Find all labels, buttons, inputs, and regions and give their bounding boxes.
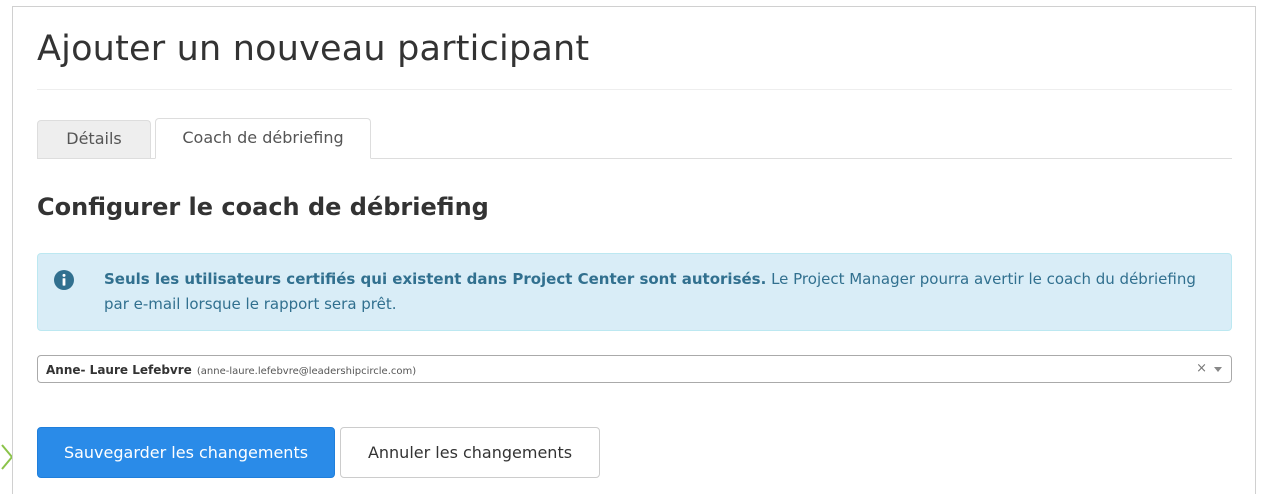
cancel-changes-button[interactable]: Annuler les changements [340, 427, 600, 478]
coach-select[interactable]: Anne- Laure Lefebvre (anne-laure.lefebvr… [37, 355, 1232, 383]
chevron-down-icon[interactable] [1214, 367, 1222, 372]
tab-bar: Détails Coach de débriefing [37, 118, 1232, 159]
tab-details[interactable]: Détails [37, 120, 151, 158]
coach-name: Anne- Laure Lefebvre [46, 363, 192, 377]
tab-debriefing-coach[interactable]: Coach de débriefing [155, 118, 371, 159]
section-title: Configurer le coach de débriefing [37, 193, 489, 221]
coach-email: (anne-laure.lefebvre@leadershipcircle.co… [196, 366, 417, 377]
page-title: Ajouter un nouveau participant [37, 29, 590, 69]
modal-panel: Ajouter un nouveau participant Détails C… [12, 6, 1256, 494]
info-circle-icon [54, 270, 74, 290]
coach-selected-value: Anne- Laure Lefebvre (anne-laure.lefebvr… [46, 356, 416, 385]
title-divider [37, 89, 1232, 90]
alert-strong-text: Seuls les utilisateurs certifiés qui exi… [104, 270, 767, 288]
alert-message: Seuls les utilisateurs certifiés qui exi… [104, 267, 1214, 317]
info-alert: Seuls les utilisateurs certifiés qui exi… [37, 253, 1232, 331]
clear-icon[interactable]: × [1196, 356, 1207, 382]
save-changes-button[interactable]: Sauvegarder les changements [37, 427, 335, 478]
